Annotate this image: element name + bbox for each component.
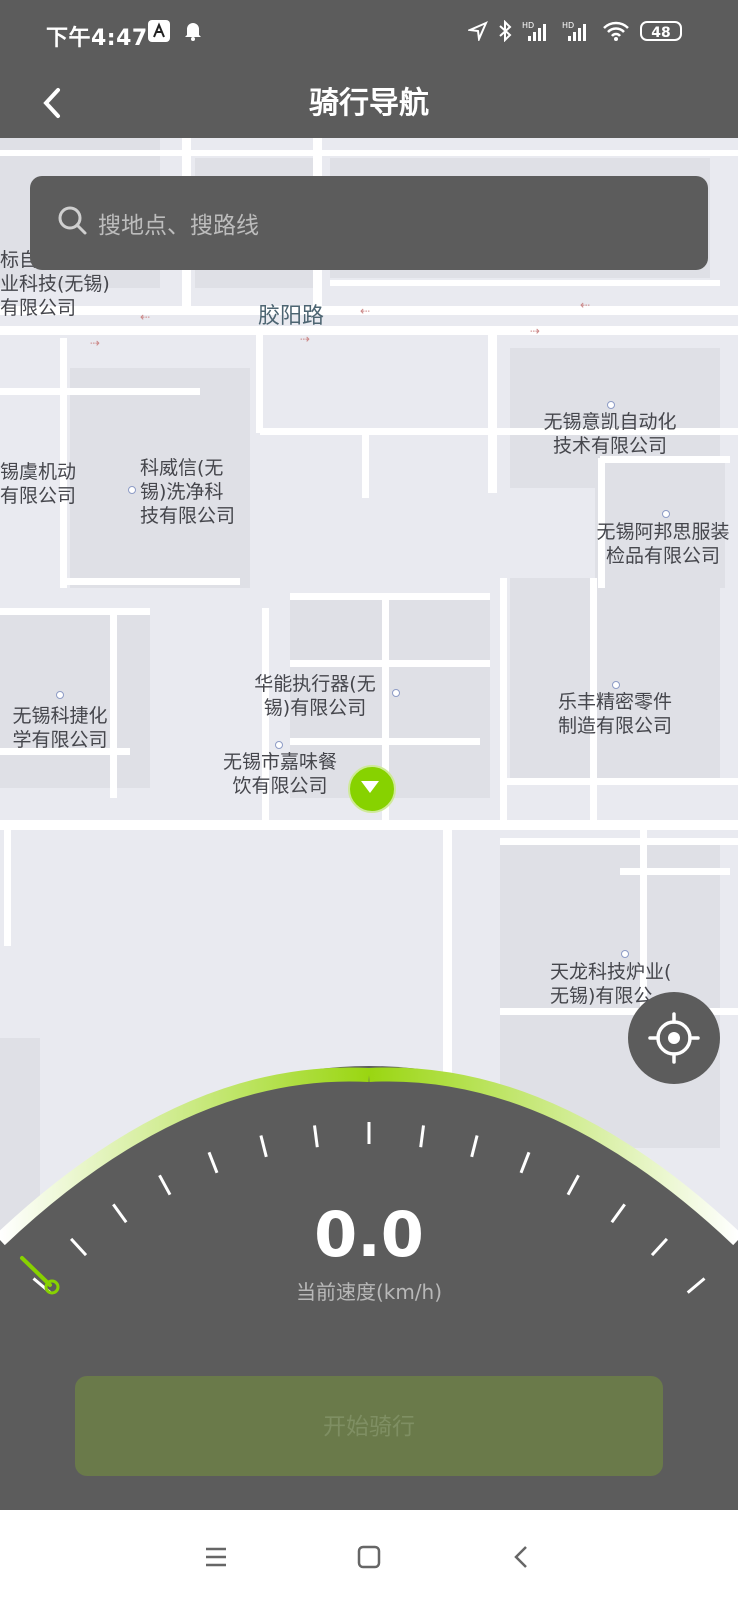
poi-dot: [662, 510, 670, 518]
app-icon: [148, 20, 170, 42]
place-label[interactable]: 锡虞机动 有限公司: [0, 460, 80, 508]
bluetooth-icon: [499, 20, 512, 42]
place-label[interactable]: 无锡市嘉味餐 饮有限公司: [210, 750, 350, 798]
start-riding-label: 开始骑行: [323, 1413, 415, 1439]
bell-icon: [185, 23, 201, 41]
signal-hd-icon: HD: [562, 21, 586, 41]
poi-dot: [392, 689, 400, 697]
menu-icon[interactable]: [199, 1540, 233, 1574]
start-riding-button[interactable]: 开始骑行: [75, 1376, 663, 1476]
place-label[interactable]: 乐丰精密零件 制造有限公司: [540, 690, 690, 738]
search-bar[interactable]: 搜地点、搜路线: [30, 176, 708, 270]
location-arrow-icon: [468, 21, 488, 41]
poi-dot: [275, 741, 283, 749]
navigation-arrow-icon: [361, 781, 379, 793]
search-icon: [58, 206, 87, 235]
road-name-label: 胶阳路: [258, 304, 325, 329]
poi-dot: [607, 401, 615, 409]
status-time: 下午4:47: [46, 26, 148, 51]
system-nav-bar: [0, 1510, 738, 1600]
home-square-icon[interactable]: [352, 1540, 386, 1574]
speed-value: 0.0: [314, 1198, 424, 1271]
place-label[interactable]: 华能执行器(无 锡)有限公司: [240, 672, 390, 720]
back-chevron-icon[interactable]: [505, 1540, 539, 1574]
user-location-marker: [348, 765, 396, 813]
poi-dot: [621, 950, 629, 958]
place-label[interactable]: 无锡阿邦思服装 检品有限公司: [588, 520, 738, 568]
place-label[interactable]: 无锡意凯自动化 技术有限公司: [530, 410, 690, 458]
speed-label: 当前速度(km/h): [295, 1280, 443, 1304]
place-label[interactable]: 科威信(无 锡)洗净科 技有限公司: [140, 456, 260, 528]
battery-icon: 48: [640, 21, 682, 41]
header: 骑行导航: [0, 68, 738, 138]
status-bar: 下午4:47 HD HD 48: [0, 0, 738, 68]
svg-text:HD: HD: [522, 21, 534, 30]
page-title: 骑行导航: [309, 86, 429, 121]
search-input[interactable]: 搜地点、搜路线: [98, 206, 259, 240]
place-label[interactable]: 无锡科捷化 学有限公司: [0, 704, 120, 752]
poi-dot: [612, 681, 620, 689]
signal-hd-icon: HD: [522, 21, 546, 41]
wifi-icon: [603, 21, 629, 41]
poi-dot: [128, 486, 136, 494]
svg-text:HD: HD: [562, 21, 574, 30]
poi-dot: [56, 691, 64, 699]
